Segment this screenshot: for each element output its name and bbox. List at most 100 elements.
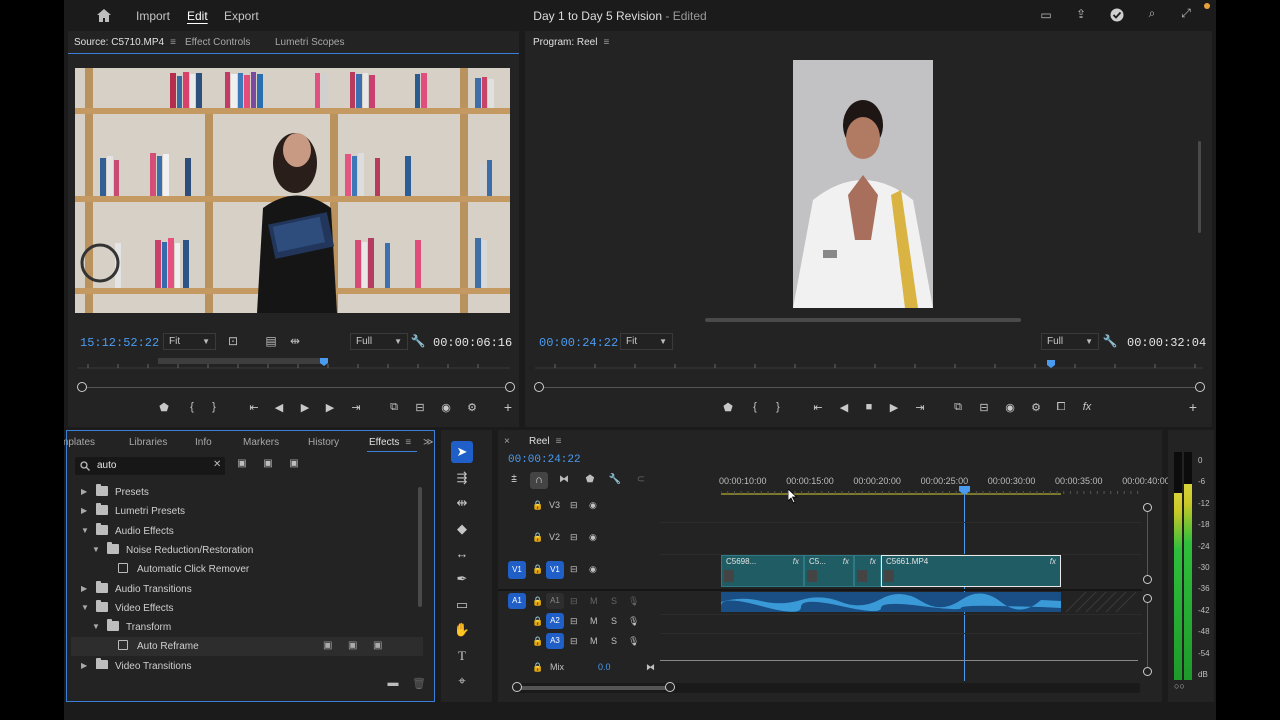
yuv-effects-icon[interactable]: ▣ — [285, 458, 303, 469]
track-lock-icon[interactable]: 🔒 — [532, 500, 543, 511]
quick-export-check-icon[interactable] — [1110, 8, 1124, 22]
add-button-icon[interactable]: + — [500, 399, 516, 415]
mute-button[interactable]: M — [590, 636, 598, 646]
add-marker-icon[interactable]: ⬟ — [156, 401, 172, 414]
step-back-icon[interactable]: ◀ — [271, 401, 287, 414]
razor-tool-icon[interactable]: ◆ — [451, 518, 473, 540]
timeline-zoom-handle-left[interactable] — [512, 682, 522, 692]
effects-tree-item[interactable]: ▶ Presets — [71, 483, 423, 502]
track-label-a1[interactable]: A1 — [546, 593, 564, 609]
v-zoom-track[interactable] — [1147, 512, 1148, 575]
tab-markers[interactable]: Markers — [243, 437, 279, 448]
voiceover-mic-icon[interactable]: 🎙 — [628, 596, 639, 607]
track-lock-icon[interactable]: 🔒 — [532, 616, 543, 627]
source-zoom-handle-right[interactable] — [505, 382, 515, 392]
pen-tool-icon[interactable]: ✒ — [451, 568, 473, 590]
source-zoom-handle-left[interactable] — [77, 382, 87, 392]
step-forward-icon[interactable]: ▶ — [322, 401, 338, 414]
voiceover-mic-icon[interactable]: 🎙 — [628, 616, 639, 627]
track-select-tool-icon[interactable]: ⇶ — [451, 467, 473, 489]
disclosure-closed-icon[interactable]: ▶ — [81, 506, 87, 515]
essential-graphics-tool-icon[interactable]: ⌖ — [451, 670, 473, 692]
solo-button[interactable]: S — [611, 596, 617, 606]
disclosure-open-icon[interactable]: ▼ — [81, 526, 89, 535]
track-lock-icon[interactable]: 🔒 — [532, 636, 543, 647]
slip-tool-icon[interactable]: ↔ — [451, 543, 473, 565]
tab-program[interactable]: Program: Reel ≡ — [533, 37, 609, 48]
program-stop-icon[interactable]: ■ — [861, 401, 877, 413]
a-zoom-handle-top[interactable] — [1143, 594, 1152, 603]
track-label-v2[interactable]: V2 — [549, 532, 560, 542]
source-settings-wrench-icon[interactable]: 🔧 — [409, 334, 427, 348]
program-go-to-in-icon[interactable]: ⇤ — [810, 401, 826, 414]
track-label-v1[interactable]: V1 — [546, 561, 564, 579]
play-icon[interactable]: ▶ — [297, 401, 313, 414]
fullscreen-icon[interactable]: ⤢ — [1177, 6, 1195, 21]
sync-lock-icon[interactable]: ⊟ — [570, 596, 578, 607]
eye-icon[interactable]: ◉ — [589, 500, 597, 511]
track-lock-icon[interactable]: 🔒 — [532, 532, 543, 543]
v-zoom-handle-mid[interactable] — [1143, 575, 1152, 584]
effects-tree-item[interactable]: Automatic Click Remover — [71, 560, 423, 579]
source-patch-a1[interactable]: A1 — [508, 593, 526, 609]
disclosure-open-icon[interactable]: ▼ — [92, 622, 100, 631]
extract-icon[interactable]: ⊟ — [976, 401, 992, 414]
effects-tree-item[interactable]: ▼ Audio Effects — [71, 522, 423, 541]
program-step-back-icon[interactable]: ◀ — [836, 401, 852, 414]
timeline-ruler[interactable] — [721, 488, 1141, 498]
multicam-icon[interactable]: ⧠ — [1053, 401, 1069, 414]
program-go-to-out-icon[interactable]: ⇥ — [912, 401, 928, 414]
panel-overflow-icon[interactable]: ≫ — [423, 437, 433, 448]
source-fit-dropdown[interactable]: Fit ▼ — [163, 333, 217, 350]
disclosure-open-icon[interactable]: ▼ — [92, 545, 100, 554]
drag-video-icon[interactable]: ▤ — [262, 334, 280, 348]
insert-icon[interactable]: ⧉ — [386, 401, 402, 414]
source-quality-dropdown[interactable]: Full ▼ — [350, 333, 409, 350]
program-export-frame-icon[interactable]: ◉ — [1002, 401, 1018, 414]
program-step-forward-icon[interactable]: ▶ — [886, 401, 902, 414]
sync-lock-icon[interactable]: ⊟ — [570, 616, 578, 627]
mix-level-line[interactable] — [660, 660, 1138, 661]
type-tool-icon[interactable]: T — [451, 645, 473, 667]
disclosure-closed-icon[interactable]: ▶ — [81, 584, 87, 593]
share-icon[interactable]: ⇪ — [1072, 7, 1090, 21]
sync-lock-icon[interactable]: ⊟ — [570, 564, 578, 575]
eye-icon[interactable]: ◉ — [589, 564, 597, 575]
effects-tree-item[interactable]: ▼ Video Effects — [71, 599, 423, 618]
program-quality-dropdown[interactable]: Full ▼ — [1041, 333, 1100, 350]
lift-icon[interactable]: ⧉ — [950, 401, 966, 414]
effects-scrollbar[interactable] — [418, 487, 422, 607]
rectangle-tool-icon[interactable]: ▭ — [451, 594, 473, 616]
timeline-close-icon[interactable]: × — [504, 436, 510, 447]
program-mark-in-icon[interactable]: { — [747, 401, 763, 413]
clip-short[interactable]: fx — [854, 555, 881, 587]
track-label-a2[interactable]: A2 — [546, 613, 564, 629]
source-patch-v1[interactable]: V1 — [508, 561, 526, 579]
delete-icon[interactable]: 🗑 — [410, 677, 428, 690]
source-time-ruler[interactable] — [78, 356, 510, 372]
program-add-button-icon[interactable]: + — [1185, 399, 1201, 415]
effects-tree-item[interactable]: ▼ Noise Reduction/Restoration — [71, 541, 423, 560]
hand-tool-icon[interactable]: ✋ — [451, 619, 473, 641]
clip-c5[interactable]: C5... fx — [804, 555, 854, 587]
effects-tree-item[interactable]: ▼ Transform — [71, 618, 423, 637]
program-add-marker-icon[interactable]: ⬟ — [720, 401, 736, 414]
clip-c5661[interactable]: C5661.MP4 fx — [881, 555, 1061, 587]
program-zoom-handle-left[interactable] — [534, 382, 544, 392]
go-to-out-icon[interactable]: ⇥ — [348, 401, 364, 414]
solo-button[interactable]: S — [611, 636, 617, 646]
solo-button[interactable]: S — [611, 616, 617, 626]
tab-effects[interactable]: Effects ≡ — [369, 437, 411, 448]
go-to-in-icon[interactable]: ⇤ — [246, 401, 262, 414]
disclosure-open-icon[interactable]: ▼ — [81, 603, 89, 612]
tab-sequence-reel[interactable]: Reel ≡ — [529, 436, 561, 447]
tab-source[interactable]: Source: C5710.MP4 ≡ — [74, 37, 176, 48]
track-label-v3[interactable]: V3 — [549, 500, 560, 510]
timeline-h-scroll-thumb[interactable] — [518, 686, 670, 690]
timeline-zoom-handle-right[interactable] — [665, 682, 675, 692]
mix-lock-icon[interactable]: 🔒 — [532, 662, 543, 673]
track-lock-icon[interactable]: 🔒 — [532, 564, 543, 575]
sync-lock-icon[interactable]: ⊟ — [570, 500, 578, 511]
search-spark-icon[interactable]: ⌕ — [1143, 6, 1161, 21]
program-v-scrollbar[interactable] — [1198, 141, 1201, 233]
